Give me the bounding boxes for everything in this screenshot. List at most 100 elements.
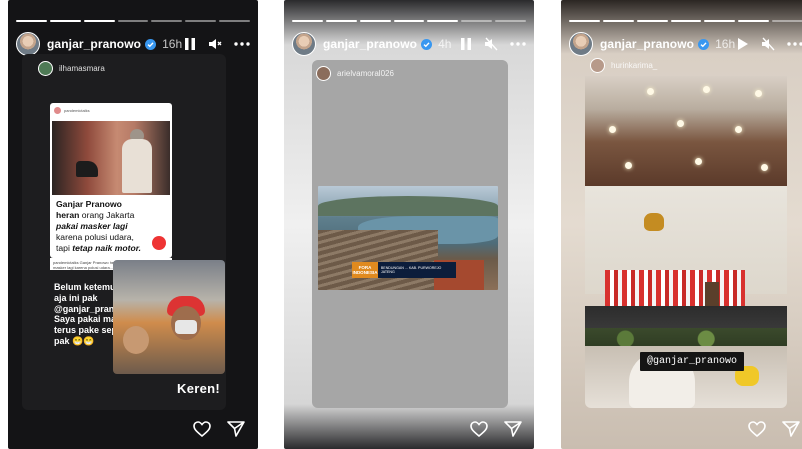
post-time: 4h — [438, 37, 452, 51]
reposted-post[interactable]: pandemictalks Ganjar Pranowo heran orang… — [50, 103, 172, 258]
username[interactable]: ganjar_pranowo — [323, 37, 417, 51]
progress-segment — [670, 20, 702, 22]
ceiling — [585, 76, 787, 186]
ceiling-light — [695, 158, 702, 165]
progress-segment — [16, 20, 47, 22]
progress-segment — [292, 20, 323, 22]
ceiling-light — [735, 126, 742, 133]
mute-icon[interactable] — [484, 37, 498, 51]
selfie-photo — [113, 260, 225, 374]
post-source: pandemictalks — [50, 103, 172, 117]
progress-segment — [461, 20, 493, 22]
progress-segment — [569, 20, 600, 22]
person-face — [123, 326, 149, 354]
avatar — [316, 66, 331, 81]
mute-icon[interactable] — [208, 37, 222, 51]
ceiling-light — [647, 88, 654, 95]
ceiling-light — [677, 120, 684, 127]
ceiling-light — [703, 86, 710, 93]
reposted-from[interactable]: arielvamoral026 — [316, 66, 394, 81]
ceiling-light — [761, 164, 768, 171]
reposted-from[interactable]: hurinkarima_ — [590, 58, 657, 73]
banner-tag: FORA INDONESIA — [352, 262, 378, 278]
mention-sticker[interactable]: @ganjar_pranowo — [640, 352, 745, 371]
more-icon[interactable] — [787, 42, 802, 46]
play-icon[interactable] — [737, 37, 749, 51]
motorcyclist — [76, 161, 98, 177]
progress-segment — [117, 20, 149, 22]
progress-segment — [151, 20, 183, 22]
progress-segment — [427, 20, 459, 22]
progress-segment — [325, 20, 357, 22]
verified-icon — [698, 38, 710, 50]
progress-segment — [83, 20, 115, 22]
mention-username: ilhamasmara — [59, 64, 105, 73]
face-mask — [175, 320, 197, 334]
banner-text: BENDUNGAN ... KAB. PURWOREJO JATENG — [380, 265, 442, 275]
progress-segment — [185, 20, 217, 22]
progress-segment — [738, 20, 770, 22]
ceiling-light — [755, 90, 762, 97]
headline-part: heran — [56, 210, 80, 220]
person-body — [122, 139, 152, 193]
more-icon[interactable] — [510, 42, 526, 46]
hills — [318, 196, 498, 216]
reposted-from[interactable]: ilhamasmara — [38, 61, 105, 76]
more-icon[interactable] — [234, 42, 250, 46]
terraced-shore — [318, 230, 438, 290]
ceiling-light — [625, 162, 632, 169]
progress-segment — [602, 20, 634, 22]
mute-icon[interactable] — [761, 37, 775, 51]
username[interactable]: ganjar_pranowo — [47, 37, 141, 51]
avatar[interactable] — [292, 32, 316, 56]
progress-bar — [569, 20, 802, 22]
headline-part: orang Jakarta — [81, 210, 135, 220]
heart-icon[interactable] — [470, 421, 488, 442]
post-time: 16h — [162, 37, 183, 51]
progress-bar — [292, 20, 527, 22]
mention-username: hurinkarima_ — [611, 61, 658, 70]
verified-icon — [421, 38, 433, 50]
heart-icon[interactable] — [748, 421, 766, 442]
send-icon[interactable] — [782, 421, 800, 442]
brand-logo-icon — [152, 236, 166, 250]
headline-part: Ganjar Pranowo — [56, 199, 122, 209]
progress-segment — [393, 20, 425, 22]
source-name: pandemictalks — [64, 107, 90, 113]
garuda-emblem-icon — [644, 213, 664, 231]
progress-segment — [636, 20, 668, 22]
headline-part: tetap naik motor. — [72, 243, 142, 253]
headline-part: pakai masker lagi — [56, 221, 128, 231]
username[interactable]: ganjar_pranowo — [600, 37, 694, 51]
story-footer — [470, 421, 522, 442]
send-icon[interactable] — [227, 421, 245, 442]
story-header: ganjar_pranowo 4h — [292, 30, 526, 58]
avatar — [38, 61, 53, 76]
verified-icon — [145, 38, 157, 50]
avatar[interactable] — [16, 32, 40, 56]
progress-bar — [16, 20, 251, 22]
heart-icon[interactable] — [193, 421, 211, 442]
post-time: 16h — [715, 37, 736, 51]
post-photo — [52, 121, 170, 195]
progress-segment — [704, 20, 736, 22]
progress-segment — [219, 20, 251, 22]
progress-segment — [495, 20, 527, 22]
story-footer — [748, 421, 800, 442]
text-sticker: Keren! — [177, 381, 220, 396]
pause-icon[interactable] — [460, 37, 472, 51]
story-footer — [193, 421, 245, 442]
progress-segment — [49, 20, 81, 22]
flags — [605, 270, 745, 306]
source-logo-icon — [54, 106, 61, 114]
progress-segment — [772, 20, 802, 22]
mention-username: arielvamoral026 — [337, 69, 394, 78]
dam-photo: FORA INDONESIA BENDUNGAN ... KAB. PURWOR… — [318, 186, 498, 290]
post-headline: Ganjar Pranowo heran orang Jakarta pakai… — [56, 199, 146, 254]
ceiling-light — [609, 126, 616, 133]
progress-segment — [359, 20, 391, 22]
pause-icon[interactable] — [184, 37, 196, 51]
news-banner: FORA INDONESIA BENDUNGAN ... KAB. PURWOR… — [352, 262, 456, 278]
send-icon[interactable] — [504, 421, 522, 442]
avatar — [590, 58, 605, 73]
